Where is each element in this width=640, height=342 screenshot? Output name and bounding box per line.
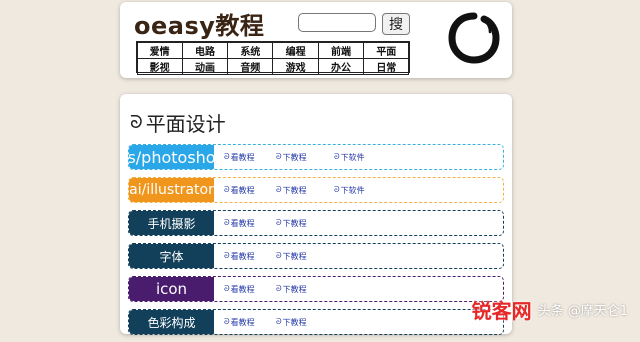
nav-item-love[interactable]: 爱情 <box>136 41 183 59</box>
nav-item-office[interactable]: 办公 <box>317 57 365 75</box>
link-label: 看教程 <box>230 251 255 261</box>
watch-tutorial-link[interactable]: ᘐ 看教程 <box>224 310 255 334</box>
spiral-icon: ᘐ <box>334 152 340 161</box>
spiral-icon: ᘐ <box>224 284 230 293</box>
spiral-icon: ᘐ <box>334 185 340 194</box>
tutorial-list: ps/photoshop ᘐ看教程 ᘐ下教程 ᘐ下软件 ai/illustrat… <box>128 144 504 342</box>
download-software-link[interactable]: ᘐ 下软件 <box>334 178 365 202</box>
tutorial-tag[interactable]: icon <box>129 277 214 301</box>
spiral-icon: ᘐ <box>276 152 282 161</box>
watch-tutorial-link[interactable]: ᘐ 看教程 <box>224 178 255 202</box>
download-tutorial-link[interactable]: ᘐ 下教程 <box>276 178 307 202</box>
link-label: 下软件 <box>340 152 365 162</box>
nav-item-frontend[interactable]: 前端 <box>317 41 365 59</box>
nav-item-programming[interactable]: 编程 <box>272 41 319 59</box>
link-label: 下软件 <box>340 185 365 195</box>
nav-item-audio[interactable]: 音频 <box>227 57 274 75</box>
watch-tutorial-link[interactable]: ᘐ 看教程 <box>224 145 255 169</box>
spiral-icon: ᘐ <box>224 185 230 194</box>
section-title: ᘐ 平面设计 <box>130 108 226 137</box>
tutorial-row: ps/photoshop ᘐ看教程 ᘐ下教程 ᘐ下软件 <box>128 144 504 170</box>
tutorial-row: 手机摄影 ᘐ 看教程 ᘐ 下教程 <box>128 210 504 236</box>
download-tutorial-link[interactable]: ᘐ 下教程 <box>276 310 307 334</box>
tutorial-tag[interactable]: ps/photoshop <box>129 145 214 169</box>
link-label: 看教程 <box>230 185 255 195</box>
tutorial-tag[interactable]: 字体 <box>129 244 214 268</box>
spiral-icon: ᘐ <box>276 185 282 194</box>
watermark: 锐客网 头条 @摩天仑1 <box>472 295 628 324</box>
link-label: 下教程 <box>282 251 307 261</box>
category-nav: 爱情 电路 系统 编程 前端 平面 影视 动画 音频 游戏 办公 日常 <box>136 41 410 75</box>
enso-circle-icon[interactable] <box>446 10 502 66</box>
tutorial-tag[interactable]: ai/illustrator <box>129 178 214 202</box>
tutorial-tag-label: ps/photoshop <box>129 147 214 167</box>
link-label: 看教程 <box>230 218 255 228</box>
link-label: 看教程 <box>230 152 255 162</box>
download-software-link[interactable]: ᘐ 下软件 <box>334 145 365 169</box>
link-label: 下教程 <box>282 152 307 162</box>
tutorial-tag-label: 字体 <box>159 249 184 264</box>
tutorial-row: icon ᘐ 看教程 ᘐ 下教程 <box>128 276 504 302</box>
search-button[interactable]: 搜 <box>382 13 410 35</box>
spiral-icon: ᘐ <box>224 218 230 227</box>
tutorial-tag[interactable]: 色彩构成 <box>129 310 214 334</box>
spiral-icon: ᘐ <box>276 317 282 326</box>
spiral-icon: ᘐ <box>224 251 230 260</box>
link-label: 下教程 <box>282 284 307 294</box>
link-label: 看教程 <box>230 317 255 327</box>
spiral-icon: ᘐ <box>276 218 282 227</box>
nav-item-animation[interactable]: 动画 <box>181 57 229 75</box>
tutorial-row: 色彩构成 ᘐ 看教程 ᘐ 下教程 <box>128 309 504 335</box>
nav-item-daily[interactable]: 日常 <box>363 57 410 75</box>
download-tutorial-link[interactable]: ᘐ 下教程 <box>276 244 307 268</box>
nav-item-game[interactable]: 游戏 <box>272 57 319 75</box>
tutorial-row: 字体 ᘐ 看教程 ᘐ 下教程 <box>128 243 504 269</box>
spiral-icon: ᘐ <box>224 152 230 161</box>
link-label: 下教程 <box>282 185 307 195</box>
watch-tutorial-link[interactable]: ᘐ 看教程 <box>224 211 255 235</box>
download-tutorial-link[interactable]: ᘐ 下教程 <box>276 211 307 235</box>
spiral-icon: ᘐ <box>224 317 230 326</box>
tutorial-tag-label: ai/illustrator <box>129 182 214 198</box>
header-panel: oeasy教程 搜 爱情 电路 系统 编程 前端 平面 影视 动画 音频 游戏 … <box>120 2 512 78</box>
content-panel: ᘐ 平面设计 ps/photoshop ᘐ看教程 ᘐ下教程 ᘐ下软件 ai/il… <box>120 94 512 335</box>
swirl-icon: ᘐ <box>130 112 143 133</box>
spiral-icon: ᘐ <box>276 284 282 293</box>
spiral-icon: ᘐ <box>276 251 282 260</box>
search-input[interactable] <box>298 13 376 32</box>
tutorial-tag-label: 手机摄影 <box>147 216 196 231</box>
link-label: 下教程 <box>282 218 307 228</box>
tutorial-tag-label: icon <box>155 280 188 298</box>
watch-tutorial-link[interactable]: ᘐ 看教程 <box>224 277 255 301</box>
download-tutorial-link[interactable]: ᘐ 下教程 <box>276 145 307 169</box>
nav-item-graphic[interactable]: 平面 <box>363 41 410 59</box>
watch-tutorial-link[interactable]: ᘐ 看教程 <box>224 244 255 268</box>
nav-item-system[interactable]: 系统 <box>227 41 274 59</box>
tutorial-row: ai/illustrator ᘐ 看教程 ᘐ 下教程 ᘐ 下软件 <box>128 177 504 203</box>
section-title-text: 平面设计 <box>145 112 226 136</box>
link-label: 下教程 <box>282 317 307 327</box>
nav-item-film[interactable]: 影视 <box>136 57 183 75</box>
watermark-brand: 锐客网 <box>471 299 532 323</box>
watermark-author: 头条 @摩天仑1 <box>537 304 628 319</box>
site-title[interactable]: oeasy教程 <box>134 6 264 41</box>
tutorial-tag[interactable]: 手机摄影 <box>129 211 214 235</box>
download-tutorial-link[interactable]: ᘐ 下教程 <box>276 277 307 301</box>
nav-item-circuit[interactable]: 电路 <box>181 41 229 59</box>
link-label: 看教程 <box>230 284 255 294</box>
